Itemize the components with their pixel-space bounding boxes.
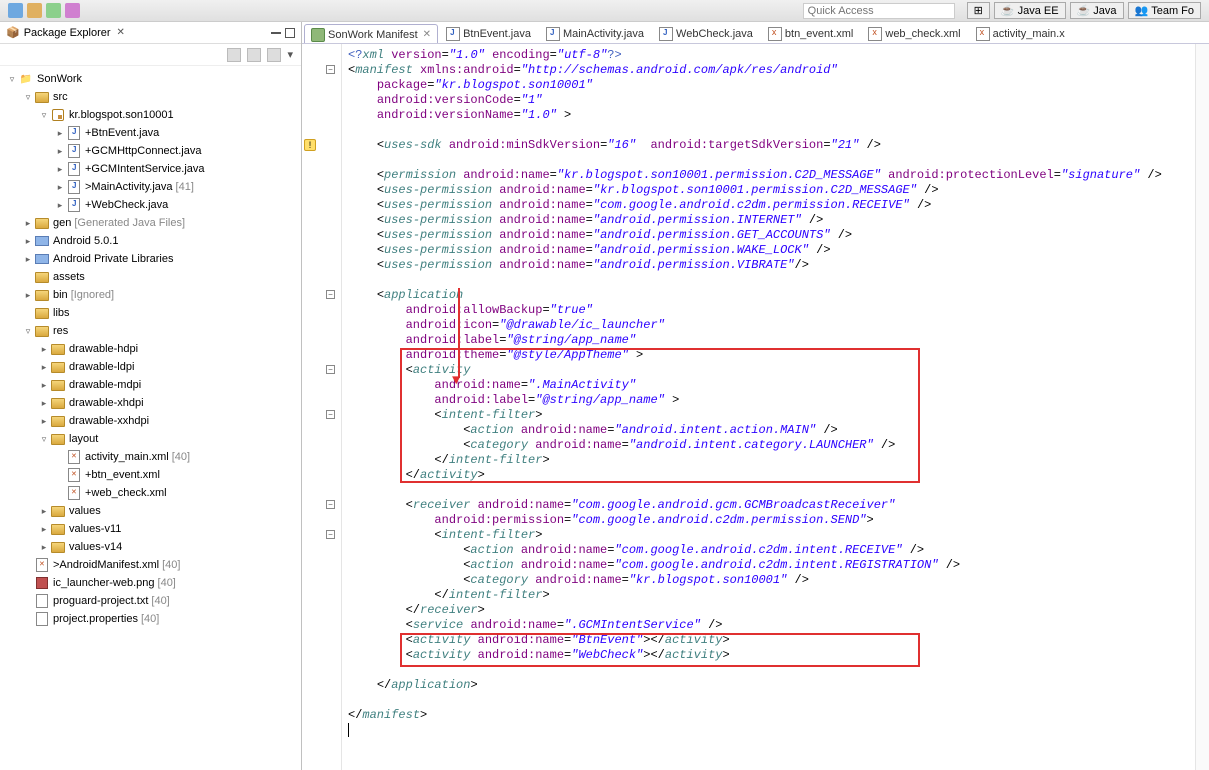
package-node[interactable]: ▿kr.blogspot.son10001 — [0, 106, 301, 124]
layout-file[interactable]: +btn_event.xml — [0, 466, 301, 484]
libs-folder[interactable]: libs — [0, 304, 301, 322]
root-file[interactable]: project.properties[40] — [0, 610, 301, 628]
drawable-folder[interactable]: ▸drawable-hdpi — [0, 340, 301, 358]
toolbar-icon[interactable] — [27, 3, 42, 18]
drawable-folder[interactable]: ▸drawable-mdpi — [0, 376, 301, 394]
layout-folder[interactable]: ▿layout — [0, 430, 301, 448]
project-tree[interactable]: ▿📁SonWork▿src▿kr.blogspot.son10001▸+BtnE… — [0, 66, 301, 770]
file-icon — [546, 27, 560, 41]
values-folder[interactable]: ▸values — [0, 502, 301, 520]
editor-tab[interactable]: BtnEvent.java — [439, 23, 538, 43]
editor-tab-bar: SonWork Manifest ✕ BtnEvent.java MainActivi… — [302, 22, 1209, 44]
src-folder[interactable]: ▿src — [0, 88, 301, 106]
editor-tab[interactable]: MainActivity.java — [539, 23, 651, 43]
fold-toggle-icon[interactable]: − — [326, 410, 335, 419]
view-title: Package Explorer — [24, 27, 111, 39]
project-node[interactable]: ▿📁SonWork — [0, 70, 301, 88]
java-file[interactable]: ▸+BtnEvent.java — [0, 124, 301, 142]
file-icon — [311, 28, 325, 42]
close-view-icon[interactable]: ✕ — [117, 27, 125, 38]
tab-label: activity_main.x — [993, 28, 1065, 40]
package-explorer-view: 📦 Package Explorer ✕ ▾ ▿📁SonWork▿src▿kr.… — [0, 22, 302, 770]
java-file[interactable]: ▸+WebCheck.java — [0, 196, 301, 214]
file-icon — [976, 27, 990, 41]
minimize-view-icon[interactable] — [271, 32, 281, 34]
root-file[interactable]: ic_launcher-web.png[40] — [0, 574, 301, 592]
quick-access-input[interactable] — [803, 3, 955, 19]
overview-ruler[interactable] — [1195, 44, 1209, 770]
root-file[interactable]: >AndroidManifest.xml[40] — [0, 556, 301, 574]
file-icon — [659, 27, 673, 41]
fold-toggle-icon[interactable]: − — [326, 65, 335, 74]
open-perspective-button[interactable]: ⊞ — [967, 2, 990, 19]
close-tab-icon[interactable]: ✕ — [423, 29, 431, 40]
private-lib[interactable]: ▸Android Private Libraries — [0, 250, 301, 268]
editor-tab[interactable]: activity_main.x — [969, 23, 1072, 43]
layout-file[interactable]: activity_main.xml[40] — [0, 448, 301, 466]
tab-label: MainActivity.java — [563, 28, 644, 40]
main-toolbar: ⊞ ☕ Java EE ☕ Java 👥 Team Fo — [0, 0, 1209, 22]
toolbar-icon[interactable] — [8, 3, 23, 18]
view-dropdown-icon[interactable]: ▾ — [287, 48, 293, 61]
tab-label: BtnEvent.java — [463, 28, 531, 40]
collapse-all-icon[interactable] — [227, 48, 241, 62]
java-file[interactable]: ▸>MainActivity.java[41] — [0, 178, 301, 196]
java-file[interactable]: ▸+GCMHttpConnect.java — [0, 142, 301, 160]
toolbar-icon[interactable] — [46, 3, 61, 18]
perspective-team[interactable]: 👥 Team Fo — [1128, 2, 1202, 19]
code-editor[interactable]: <?xml version="1.0" encoding="utf-8"?> <… — [342, 44, 1195, 770]
drawable-folder[interactable]: ▸drawable-xxhdpi — [0, 412, 301, 430]
layout-file[interactable]: +web_check.xml — [0, 484, 301, 502]
tab-label: web_check.xml — [885, 28, 960, 40]
editor-tab[interactable]: web_check.xml — [861, 23, 967, 43]
android-lib[interactable]: ▸Android 5.0.1 — [0, 232, 301, 250]
res-folder[interactable]: ▿res — [0, 322, 301, 340]
perspective-java[interactable]: ☕ Java — [1070, 2, 1124, 19]
maximize-view-icon[interactable] — [285, 28, 295, 38]
editor-gutter[interactable]: − − − − − −! — [302, 44, 342, 770]
gen-folder[interactable]: ▸gen[Generated Java Files] — [0, 214, 301, 232]
fold-toggle-icon[interactable]: − — [326, 365, 335, 374]
warning-icon[interactable]: ! — [304, 139, 316, 151]
perspective-javaee[interactable]: ☕ Java EE — [994, 2, 1066, 19]
fold-toggle-icon[interactable]: − — [326, 500, 335, 509]
view-menu-icon[interactable] — [267, 48, 281, 62]
package-icon: 📦 — [6, 26, 20, 39]
editor-tab[interactable]: WebCheck.java — [652, 23, 760, 43]
drawable-folder[interactable]: ▸drawable-xhdpi — [0, 394, 301, 412]
tab-label: WebCheck.java — [676, 28, 753, 40]
editor-tab[interactable]: btn_event.xml — [761, 23, 860, 43]
file-icon — [868, 27, 882, 41]
values-folder[interactable]: ▸values-v11 — [0, 520, 301, 538]
java-file[interactable]: ▸+GCMIntentService.java — [0, 160, 301, 178]
editor-tab[interactable]: SonWork Manifest ✕ — [304, 24, 438, 44]
values-folder[interactable]: ▸values-v14 — [0, 538, 301, 556]
assets-folder[interactable]: assets — [0, 268, 301, 286]
tab-label: SonWork Manifest — [328, 29, 418, 41]
file-icon — [768, 27, 782, 41]
tab-label: btn_event.xml — [785, 28, 853, 40]
fold-toggle-icon[interactable]: − — [326, 290, 335, 299]
root-file[interactable]: proguard-project.txt[40] — [0, 592, 301, 610]
fold-toggle-icon[interactable]: − — [326, 530, 335, 539]
drawable-folder[interactable]: ▸drawable-ldpi — [0, 358, 301, 376]
bin-folder[interactable]: ▸bin[Ignored] — [0, 286, 301, 304]
link-editor-icon[interactable] — [247, 48, 261, 62]
file-icon — [446, 27, 460, 41]
toolbar-icon[interactable] — [65, 3, 80, 18]
